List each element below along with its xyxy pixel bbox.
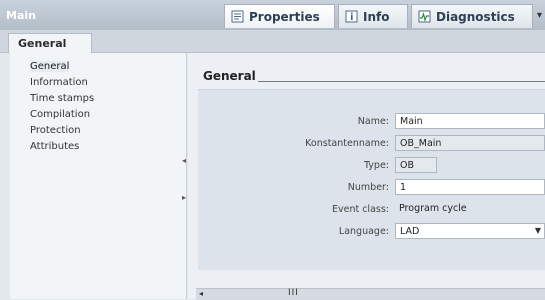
number-field[interactable]: 1: [395, 179, 545, 195]
constant-name-field[interactable]: OB_Main: [395, 135, 545, 151]
language-dropdown[interactable]: LAD ▼: [395, 223, 545, 239]
event-class-row: Event class: Program cycle: [198, 201, 545, 217]
name-field[interactable]: Main: [395, 113, 545, 129]
collapse-arrow-icon[interactable]: ◂: [182, 156, 186, 165]
tab-info-label: Info: [363, 9, 390, 24]
section-title: General: [203, 69, 256, 83]
sub-tab-bar: General: [0, 30, 545, 53]
dropdown-arrow-icon[interactable]: ▼: [535, 226, 541, 235]
sidebar-item-compilation[interactable]: Compilation: [30, 109, 90, 120]
scrollbar-grip[interactable]: III: [288, 288, 299, 298]
scroll-left-arrow-icon[interactable]: ◂: [199, 289, 203, 298]
tab-properties[interactable]: Properties: [224, 4, 335, 28]
sidebar-item-attributes[interactable]: Attributes: [30, 141, 79, 152]
sidebar-item-general[interactable]: General: [30, 61, 70, 72]
diagnostics-icon: [418, 10, 431, 23]
tab-diagnostics-label: Diagnostics: [436, 9, 515, 24]
resize-marker-icon[interactable]: ▸: [182, 193, 186, 202]
constant-name-label: Konstantenname:: [305, 138, 389, 149]
name-row: Name: Main: [198, 113, 545, 129]
properties-content: General Name: Main Konstantenname: OB_Ma…: [188, 53, 545, 299]
language-value: LAD: [400, 226, 420, 237]
sidebar-item-protection[interactable]: Protection: [30, 125, 81, 136]
sidebar-item-information[interactable]: Information: [30, 77, 88, 88]
properties-icon: [231, 10, 244, 23]
tab-overflow-arrow-icon[interactable]: ▾: [537, 10, 542, 21]
tab-info[interactable]: Info: [338, 4, 408, 28]
inspector-title-bar: Main Properties Info Diagnostics ▾: [0, 0, 545, 30]
number-label: Number:: [347, 182, 389, 193]
info-icon: [345, 10, 358, 23]
section-divider: [258, 81, 545, 82]
tab-diagnostics[interactable]: Diagnostics: [411, 4, 533, 28]
type-label: Type:: [363, 160, 389, 171]
subtab-general[interactable]: General: [8, 33, 92, 53]
window-title: Main: [6, 9, 36, 22]
tab-properties-label: Properties: [249, 9, 320, 24]
event-class-label: Event class:: [331, 204, 389, 215]
general-form: Name: Main Konstantenname: OB_Main Type:…: [198, 89, 545, 270]
name-label: Name:: [357, 116, 389, 127]
constant-name-row: Konstantenname: OB_Main: [198, 135, 545, 151]
language-label: Language:: [338, 226, 389, 237]
event-class-value: Program cycle: [399, 203, 467, 214]
number-row: Number: 1: [198, 179, 545, 195]
type-row: Type: OB: [198, 157, 545, 173]
sidebar-navigation: General Information Time stamps Compilat…: [10, 53, 187, 299]
type-field: OB: [395, 157, 437, 173]
horizontal-scrollbar[interactable]: ◂ III: [196, 288, 545, 300]
language-row: Language: LAD ▼: [198, 223, 545, 239]
sidebar-item-time-stamps[interactable]: Time stamps: [30, 93, 94, 104]
